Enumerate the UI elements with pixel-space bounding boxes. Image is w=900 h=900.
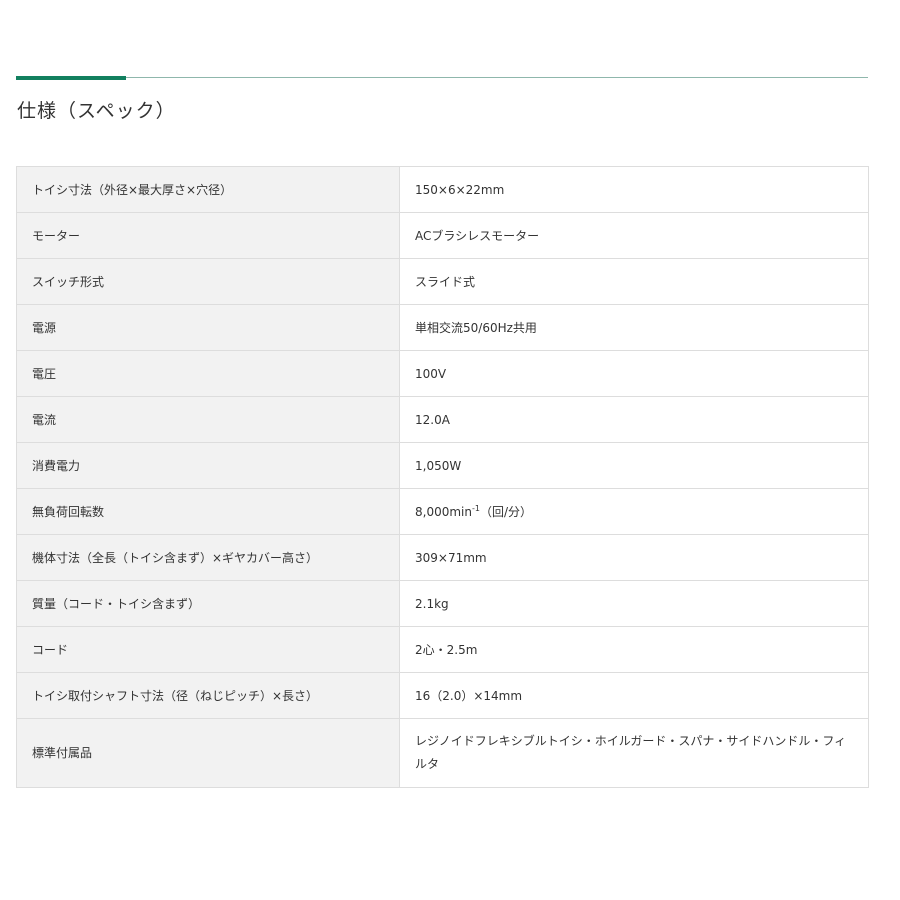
spec-label: モーター <box>16 212 400 259</box>
table-row: トイシ取付シャフト寸法（径（ねじピッチ）×長さ） 16（2.0）×14mm <box>16 672 869 719</box>
spec-label: トイシ取付シャフト寸法（径（ねじピッチ）×長さ） <box>16 672 400 719</box>
spec-value: 100V <box>399 350 869 397</box>
spec-value: 8,000min-1（回/分） <box>399 488 869 535</box>
spec-value: ACブラシレスモーター <box>399 212 869 259</box>
section-title: 仕様（スペック） <box>17 100 176 122</box>
table-row: 電源 単相交流50/60Hz共用 <box>16 304 869 351</box>
spec-value-exponent: -1 <box>471 503 480 513</box>
spec-value: 単相交流50/60Hz共用 <box>399 304 869 351</box>
spec-label: 電源 <box>16 304 400 351</box>
spec-value-main: 8,000min <box>415 504 472 519</box>
section-divider <box>16 77 868 78</box>
spec-value: 150×6×22mm <box>399 166 869 213</box>
spec-value: 1,050W <box>399 442 869 489</box>
table-row: トイシ寸法（外径×最大厚さ×穴径） 150×6×22mm <box>16 166 869 213</box>
table-row: 無負荷回転数 8,000min-1（回/分） <box>16 488 869 535</box>
spec-value: レジノイドフレキシブルトイシ・ホイルガード・スパナ・サイドハンドル・フィルタ <box>399 718 869 788</box>
spec-label: コード <box>16 626 400 673</box>
spec-value-suffix: （回/分） <box>479 504 533 519</box>
table-row: 電圧 100V <box>16 350 869 397</box>
spec-label: 標準付属品 <box>16 718 400 788</box>
spec-table: トイシ寸法（外径×最大厚さ×穴径） 150×6×22mm モーター ACブラシレ… <box>16 166 869 788</box>
table-row: スイッチ形式 スライド式 <box>16 258 869 305</box>
spec-label: 質量（コード・トイシ含まず） <box>16 580 400 627</box>
spec-label: スイッチ形式 <box>16 258 400 305</box>
spec-value: 16（2.0）×14mm <box>399 672 869 719</box>
spec-label: 電圧 <box>16 350 400 397</box>
spec-value: スライド式 <box>399 258 869 305</box>
spec-label: トイシ寸法（外径×最大厚さ×穴径） <box>16 166 400 213</box>
spec-label: 機体寸法（全長（トイシ含まず）×ギヤカバー高さ） <box>16 534 400 581</box>
table-row: 機体寸法（全長（トイシ含まず）×ギヤカバー高さ） 309×71mm <box>16 534 869 581</box>
table-row: 質量（コード・トイシ含まず） 2.1kg <box>16 580 869 627</box>
spec-value: 2.1kg <box>399 580 869 627</box>
table-row: 電流 12.0A <box>16 396 869 443</box>
table-row: コード 2心・2.5m <box>16 626 869 673</box>
table-row: モーター ACブラシレスモーター <box>16 212 869 259</box>
spec-label: 無負荷回転数 <box>16 488 400 535</box>
spec-label: 消費電力 <box>16 442 400 489</box>
spec-label: 電流 <box>16 396 400 443</box>
section-divider-accent <box>16 76 126 80</box>
table-row: 消費電力 1,050W <box>16 442 869 489</box>
table-row: 標準付属品 レジノイドフレキシブルトイシ・ホイルガード・スパナ・サイドハンドル・… <box>16 718 869 788</box>
spec-value: 2心・2.5m <box>399 626 869 673</box>
spec-value: 12.0A <box>399 396 869 443</box>
spec-value: 309×71mm <box>399 534 869 581</box>
